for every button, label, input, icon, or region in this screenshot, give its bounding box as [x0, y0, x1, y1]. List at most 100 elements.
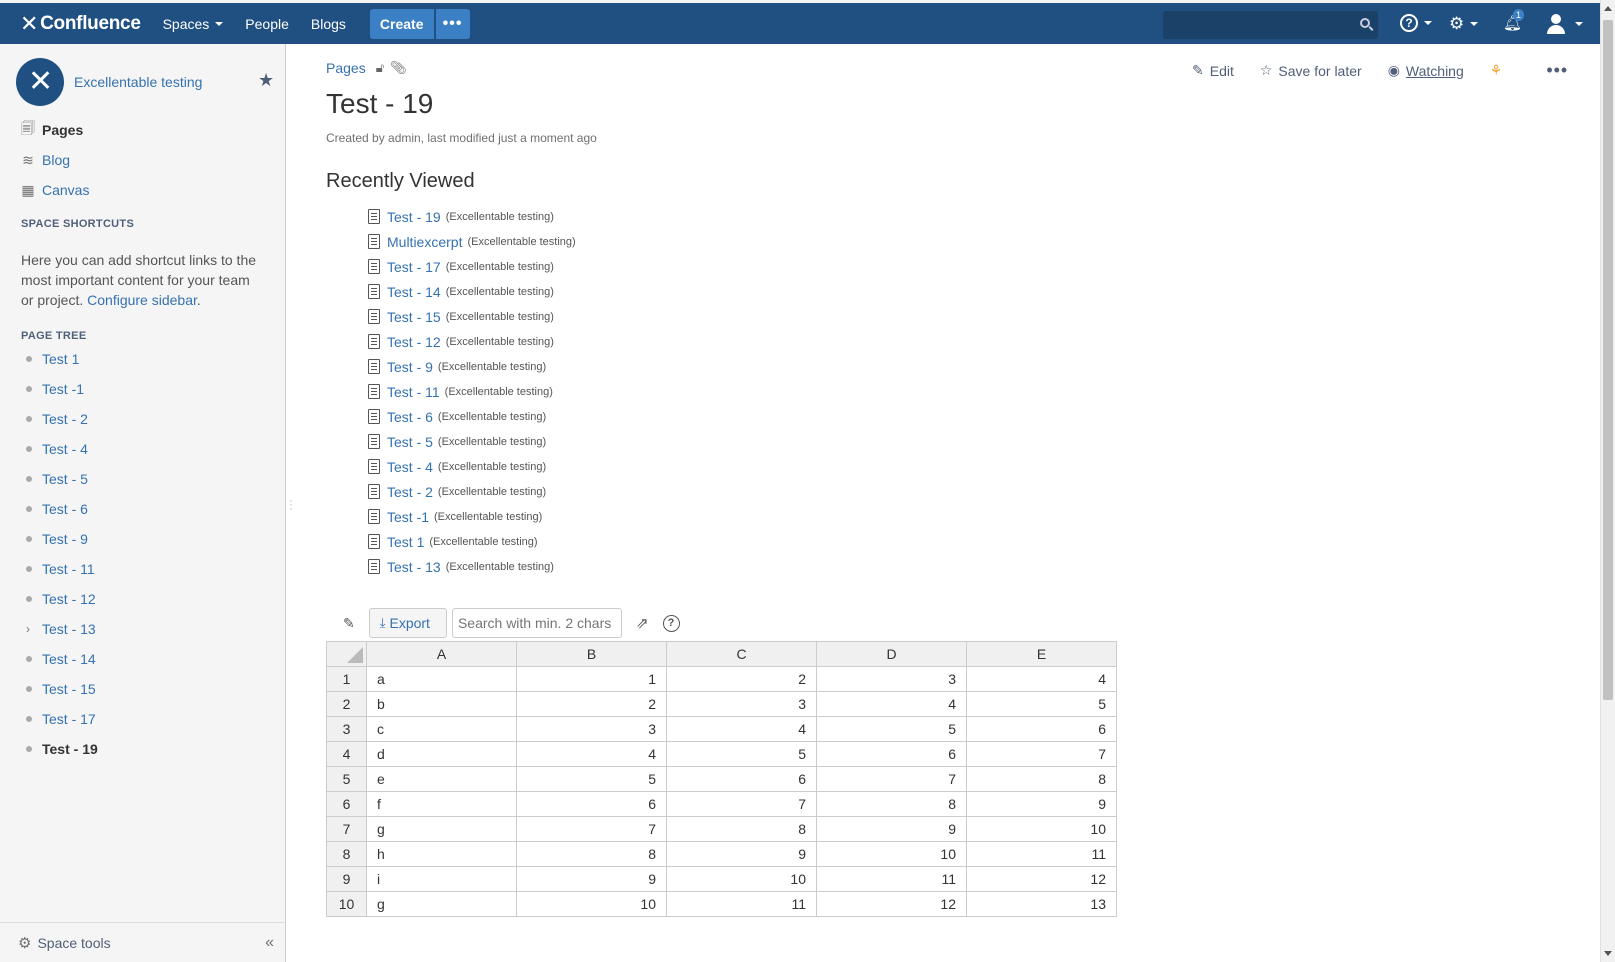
- row-header[interactable]: 8: [326, 841, 367, 867]
- recent-item-link[interactable]: Test -1: [387, 509, 429, 525]
- recent-item-link[interactable]: Test - 12: [387, 334, 441, 350]
- table-cell[interactable]: 12: [966, 866, 1117, 892]
- table-cell[interactable]: 4: [516, 741, 667, 767]
- page-tree-item[interactable]: Test 1: [20, 344, 98, 374]
- page-scrollbar[interactable]: [1600, 0, 1615, 962]
- table-cell[interactable]: 5: [966, 691, 1117, 717]
- share-tree-button[interactable]: ⚘: [1490, 62, 1509, 79]
- row-header[interactable]: 6: [326, 791, 367, 817]
- more-actions-button[interactable]: •••: [1546, 60, 1568, 81]
- sidebar-item-pages[interactable]: 🗐︎ Pages: [20, 120, 83, 138]
- table-cell[interactable]: 11: [816, 866, 967, 892]
- settings-menu[interactable]: ⚙: [1449, 14, 1479, 34]
- column-header[interactable]: B: [516, 641, 667, 667]
- star-icon[interactable]: ★: [258, 70, 274, 91]
- recent-item-link[interactable]: Multiexcerpt: [387, 234, 462, 250]
- scroll-down-arrow[interactable]: [1604, 951, 1612, 956]
- table-cell[interactable]: 9: [666, 841, 817, 867]
- page-tree-item[interactable]: Test - 9: [20, 524, 98, 554]
- table-cell[interactable]: 9: [966, 791, 1117, 817]
- row-header[interactable]: 10: [326, 891, 367, 917]
- edit-button[interactable]: ✎ Edit: [1192, 62, 1234, 79]
- page-tree-item[interactable]: Test - 6: [20, 494, 98, 524]
- table-cell[interactable]: 7: [966, 741, 1117, 767]
- table-cell[interactable]: 5: [816, 716, 967, 742]
- recent-item-link[interactable]: Test - 5: [387, 434, 433, 450]
- help-menu[interactable]: ?: [1400, 14, 1432, 32]
- recent-item-link[interactable]: Test 1: [387, 534, 424, 550]
- table-cell[interactable]: g: [366, 816, 517, 842]
- row-header[interactable]: 2: [326, 691, 367, 717]
- table-cell[interactable]: b: [366, 691, 517, 717]
- table-cell[interactable]: 4: [666, 716, 817, 742]
- table-cell[interactable]: 6: [816, 741, 967, 767]
- page-tree-item[interactable]: Test - 14: [20, 644, 98, 674]
- configure-sidebar-link[interactable]: Configure sidebar: [87, 292, 197, 308]
- space-logo[interactable]: ✕: [16, 58, 64, 106]
- export-button[interactable]: ⤓ Export: [368, 608, 447, 638]
- page-tree-item[interactable]: Test -1: [20, 374, 98, 404]
- recent-item-link[interactable]: Test - 15: [387, 309, 441, 325]
- recent-item-link[interactable]: Test - 19: [387, 209, 441, 225]
- space-name-link[interactable]: Excellentable testing: [74, 74, 202, 90]
- table-cell[interactable]: 1: [516, 666, 667, 692]
- table-cell[interactable]: 12: [816, 891, 967, 917]
- recent-item-link[interactable]: Test - 13: [387, 559, 441, 575]
- spaces-menu[interactable]: Spaces: [163, 16, 224, 32]
- edit-sheet-icon[interactable]: ✎: [343, 615, 355, 632]
- recent-item-link[interactable]: Test - 2: [387, 484, 433, 500]
- sidebar-resize-handle[interactable]: · · ·: [289, 494, 293, 514]
- sidebar-item-canvas[interactable]: ▦ Canvas: [20, 182, 89, 199]
- table-cell[interactable]: 5: [516, 766, 667, 792]
- attachment-icon[interactable]: 📎︎: [390, 60, 407, 76]
- table-cell[interactable]: 8: [966, 766, 1117, 792]
- row-header[interactable]: 4: [326, 741, 367, 767]
- collapse-sidebar-icon[interactable]: «: [265, 934, 274, 952]
- column-header[interactable]: D: [816, 641, 967, 667]
- table-cell[interactable]: 2: [516, 691, 667, 717]
- column-header[interactable]: E: [966, 641, 1117, 667]
- sidebar-item-blog[interactable]: ≋ Blog: [20, 152, 70, 169]
- breadcrumb-pages-link[interactable]: Pages: [326, 60, 366, 76]
- table-cell[interactable]: g: [366, 891, 517, 917]
- table-cell[interactable]: 8: [666, 816, 817, 842]
- table-cell[interactable]: 11: [666, 891, 817, 917]
- save-for-later-button[interactable]: ☆ Save for later: [1260, 62, 1362, 79]
- table-cell[interactable]: 7: [666, 791, 817, 817]
- recent-item-link[interactable]: Test - 14: [387, 284, 441, 300]
- table-cell[interactable]: 2: [666, 666, 817, 692]
- table-cell[interactable]: 10: [516, 891, 667, 917]
- table-cell[interactable]: 6: [966, 716, 1117, 742]
- page-tree-item[interactable]: Test - 19: [20, 734, 98, 764]
- table-cell[interactable]: 4: [816, 691, 967, 717]
- search-input[interactable]: [1163, 11, 1378, 39]
- page-tree-item[interactable]: Test - 17: [20, 704, 98, 734]
- recent-item-link[interactable]: Test - 4: [387, 459, 433, 475]
- table-cell[interactable]: 3: [666, 691, 817, 717]
- table-cell[interactable]: 13: [966, 891, 1117, 917]
- recent-item-link[interactable]: Test - 9: [387, 359, 433, 375]
- table-cell[interactable]: 3: [816, 666, 967, 692]
- notifications-button[interactable]: 🔔︎ 1: [1503, 9, 1525, 32]
- column-header[interactable]: A: [366, 641, 517, 667]
- unlock-icon[interactable]: 🔓︎: [376, 60, 384, 76]
- table-cell[interactable]: 10: [666, 866, 817, 892]
- create-more-button[interactable]: •••: [435, 8, 470, 39]
- page-tree-item[interactable]: › Test - 13: [20, 614, 98, 644]
- table-cell[interactable]: 9: [516, 866, 667, 892]
- table-cell[interactable]: 10: [966, 816, 1117, 842]
- page-tree-item[interactable]: Test - 2: [20, 404, 98, 434]
- page-tree-item[interactable]: Test - 4: [20, 434, 98, 464]
- page-tree-item[interactable]: Test - 15: [20, 674, 98, 704]
- blogs-link[interactable]: Blogs: [311, 16, 346, 32]
- table-cell[interactable]: 4: [966, 666, 1117, 692]
- watching-button[interactable]: ◉ Watching: [1388, 62, 1464, 79]
- scroll-up-arrow[interactable]: [1604, 6, 1612, 11]
- table-cell[interactable]: e: [366, 766, 517, 792]
- table-cell[interactable]: 6: [666, 766, 817, 792]
- table-cell[interactable]: 9: [816, 816, 967, 842]
- help-icon[interactable]: ?: [662, 614, 680, 632]
- table-cell[interactable]: d: [366, 741, 517, 767]
- recent-item-link[interactable]: Test - 11: [387, 384, 440, 400]
- table-cell[interactable]: 3: [516, 716, 667, 742]
